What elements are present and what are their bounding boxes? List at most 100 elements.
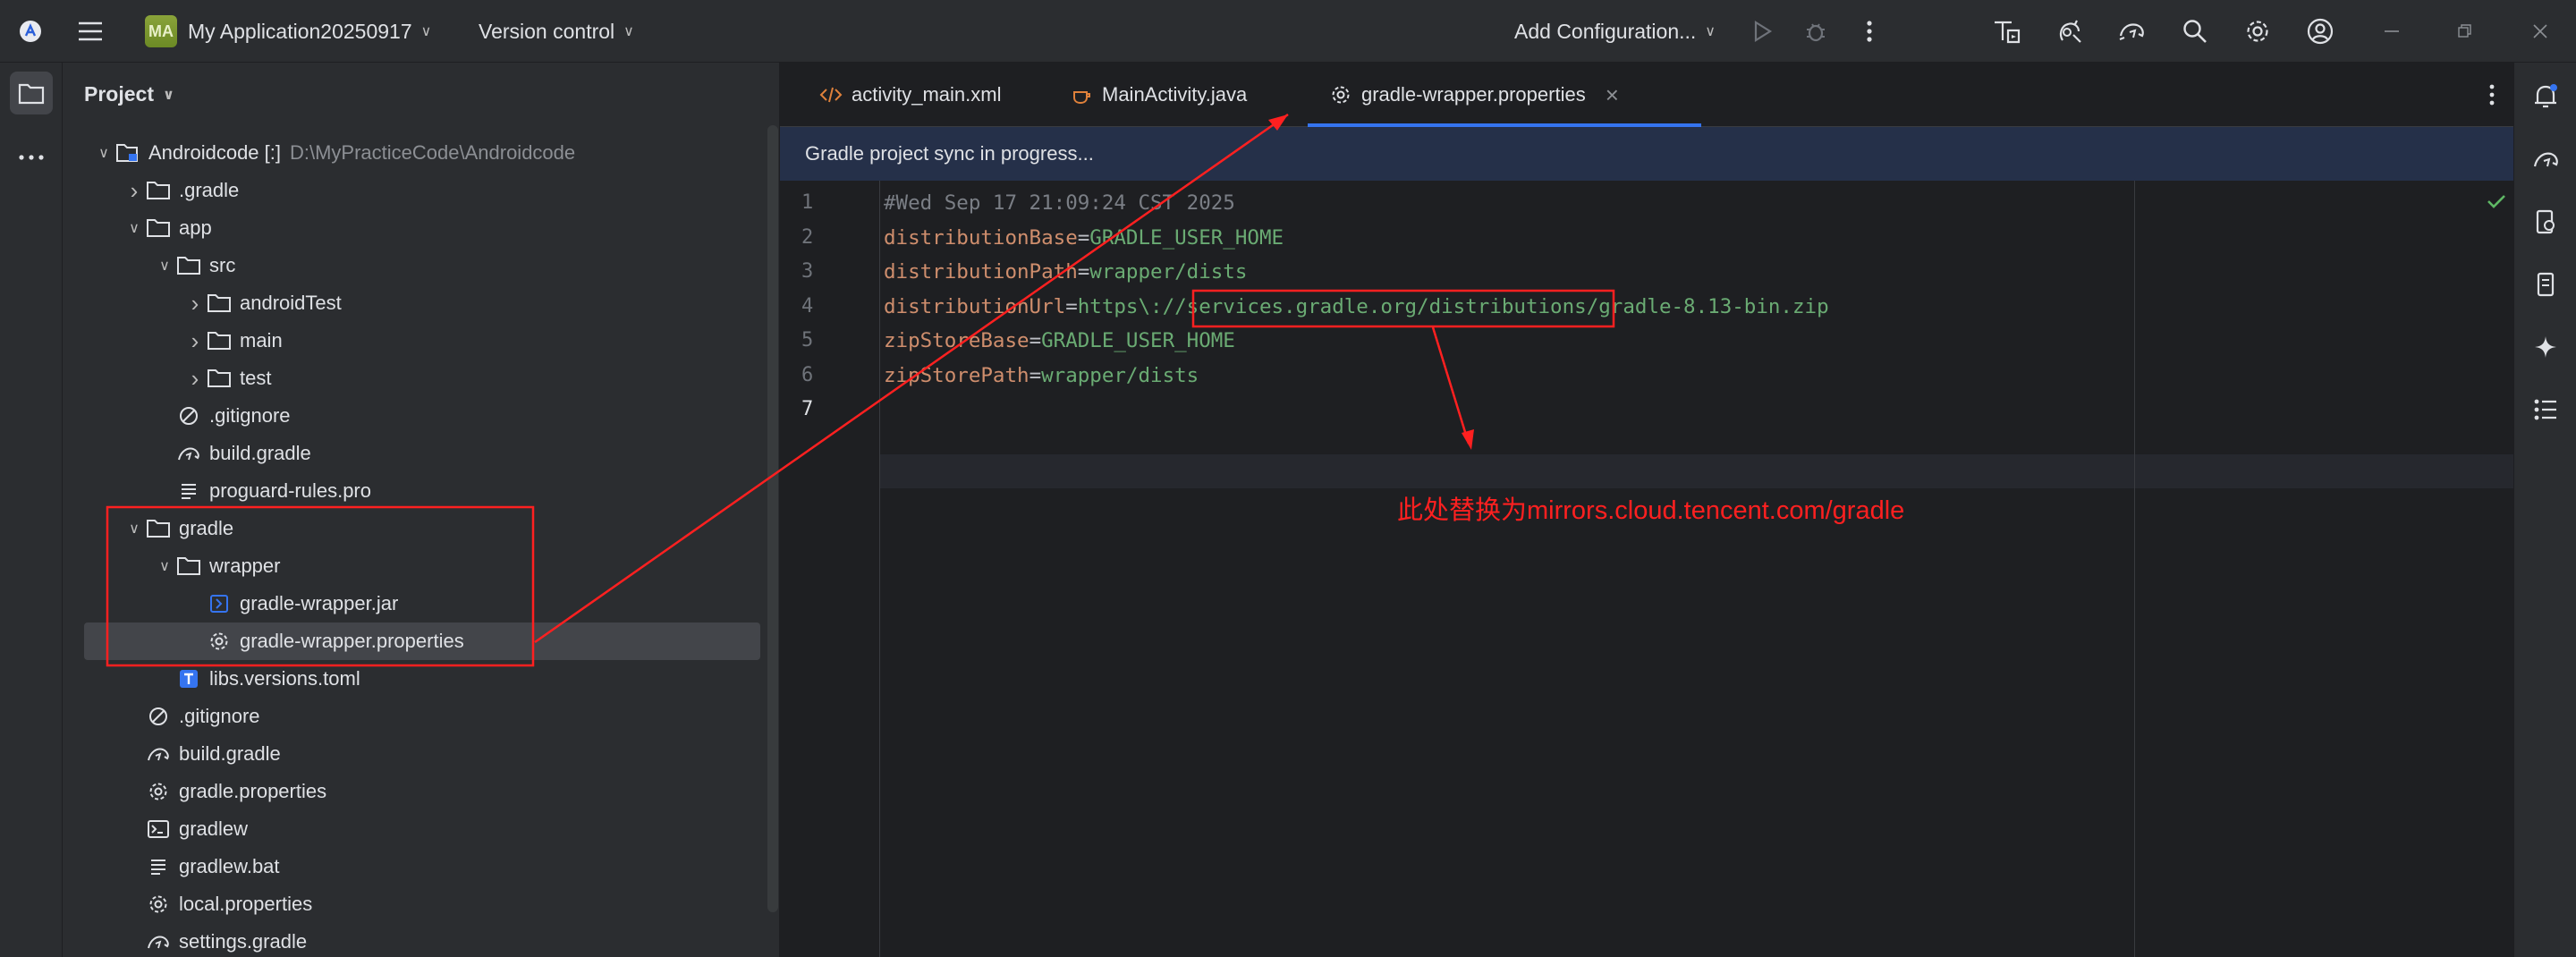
project-selector[interactable]: MA My Application20250917 ∨ <box>145 0 431 63</box>
gradle-tool-icon[interactable] <box>2524 138 2567 181</box>
folder-icon <box>175 254 202 277</box>
line-number: 3 <box>801 260 814 283</box>
left-tool-strip <box>0 63 63 957</box>
code-token: = <box>1029 363 1042 387</box>
settings-icon <box>206 630 233 653</box>
device-manager-icon[interactable] <box>1991 15 2023 47</box>
code-line[interactable]: distributionPath=wrapper/dists <box>884 260 1247 284</box>
account-icon[interactable] <box>2304 15 2336 47</box>
editor-tab[interactable]: activity_main.xml <box>798 63 1030 127</box>
tree-item[interactable]: › androidTest <box>84 284 760 322</box>
chevron-right-icon[interactable]: › <box>184 290 206 318</box>
app-inspection-icon[interactable] <box>2054 15 2086 47</box>
search-icon[interactable] <box>2179 15 2211 47</box>
run-config-selector[interactable]: Add Configuration... ∨ <box>1514 0 1716 63</box>
code-line[interactable]: distributionUrl=https\://services.gradle… <box>884 295 1829 318</box>
code-line[interactable]: zipStorePath=wrapper/dists <box>884 364 1199 387</box>
code-line[interactable]: distributionBase=GRADLE_USER_HOME <box>884 226 1284 250</box>
chevron-down-icon[interactable]: ∨ <box>123 219 145 237</box>
tree-item[interactable]: .gitignore <box>84 698 760 735</box>
tree-item-label: proguard-rules.pro <box>209 479 371 502</box>
tree-item[interactable]: build.gradle <box>84 735 760 773</box>
tree-item[interactable]: gradle-wrapper.properties <box>84 622 760 660</box>
tree-item[interactable]: .gitignore <box>84 397 760 435</box>
tree-item[interactable]: settings.gradle <box>84 923 760 957</box>
tree-item[interactable]: gradlew.bat <box>84 848 760 885</box>
ignore-icon <box>145 705 172 728</box>
project-tool-icon[interactable] <box>10 72 53 114</box>
gemini-icon[interactable] <box>2524 326 2567 368</box>
tree-item[interactable]: build.gradle <box>84 435 760 472</box>
more-horizontal-icon[interactable] <box>10 136 53 179</box>
chevron-down-icon: ∨ <box>623 24 634 39</box>
chevron-right-icon[interactable]: › <box>184 327 206 355</box>
tree-item[interactable]: gradle.properties <box>84 773 760 810</box>
tree-item[interactable]: ∨ Androidcode [:] D:\MyPracticeCode\Androi… <box>84 134 760 172</box>
more-vertical-icon[interactable] <box>1853 15 1885 47</box>
tree-item[interactable]: › .gradle <box>84 172 760 209</box>
chevron-down-icon[interactable]: ∨ <box>154 557 175 575</box>
chevron-right-icon[interactable]: › <box>123 177 145 205</box>
tree-item[interactable]: gradle-wrapper.jar <box>84 585 760 622</box>
annotation-text: 此处替换为mirrors.cloud.tencent.com/gradle <box>1397 496 1905 525</box>
chevron-right-icon[interactable]: › <box>184 365 206 393</box>
line-number: 6 <box>801 363 814 386</box>
tree-item[interactable]: ∨ gradle <box>84 510 760 547</box>
gradle-sync-icon[interactable] <box>2116 15 2148 47</box>
tree-item-label: libs.versions.toml <box>209 667 360 690</box>
gradle-icon <box>175 442 202 465</box>
editor-tab[interactable]: gradle-wrapper.properties × <box>1308 63 1701 127</box>
tree-item-label: .gitignore <box>179 705 260 727</box>
code-token: wrapper/dists <box>1089 260 1248 284</box>
gear-icon[interactable] <box>2241 15 2274 47</box>
editor-tab[interactable]: MainActivity.java <box>1048 63 1290 127</box>
tree-item[interactable]: local.properties <box>84 885 760 923</box>
editor-tabs: activity_main.xml MainActivity.java gradle… <box>780 63 2513 127</box>
version-control-menu[interactable]: Version control ∨ <box>479 0 634 63</box>
code-token: distributionUrl <box>884 294 1066 318</box>
tree-item[interactable]: proguard-rules.pro <box>84 472 760 510</box>
notifications-icon[interactable] <box>2524 75 2567 118</box>
code-token: https\://services.gradle.org/distributio… <box>1077 294 1829 318</box>
tree-item[interactable]: › test <box>84 360 760 397</box>
sync-banner: Gradle project sync in progress... <box>780 127 2513 181</box>
text-icon <box>145 855 172 878</box>
close-tab-icon[interactable]: × <box>1606 81 1619 109</box>
project-scrollbar[interactable] <box>767 125 778 912</box>
device-explorer-icon[interactable] <box>2524 200 2567 243</box>
debug-icon[interactable] <box>1800 15 1832 47</box>
app-logo-icon[interactable] <box>18 0 43 63</box>
tree-item[interactable]: libs.versions.toml <box>84 660 760 698</box>
line-number-gutter: 1 2 3 4 5 6 7 <box>780 181 880 957</box>
project-panel: Project ∨ ∨ Androidcode [:] D:\MyPracticeC… <box>63 63 780 957</box>
main-menu-icon[interactable] <box>77 0 104 63</box>
chevron-down-icon[interactable]: ∨ <box>154 257 175 275</box>
close-icon[interactable] <box>2524 15 2556 47</box>
tree-item[interactable]: gradlew <box>84 810 760 848</box>
folder-icon <box>206 329 233 352</box>
run-icon[interactable] <box>1746 15 1778 47</box>
tree-item[interactable]: ∨ app <box>84 209 760 247</box>
tree-item-label: gradlew <box>179 817 249 840</box>
tree-item-label: gradle.properties <box>179 780 327 802</box>
tree-item-label: androidTest <box>240 292 342 314</box>
text-icon <box>175 479 202 503</box>
code-token: wrapper/dists <box>1041 363 1199 387</box>
folder-icon <box>145 517 172 540</box>
code-line[interactable]: #Wed Sep 17 21:09:24 CST 2025 <box>884 191 1235 215</box>
code-line[interactable]: zipStoreBase=GRADLE_USER_HOME <box>884 329 1235 352</box>
tree-item[interactable]: › main <box>84 322 760 360</box>
project-panel-title[interactable]: Project ∨ <box>84 82 174 106</box>
tree-item-label: Androidcode [:] <box>148 141 281 164</box>
tree-item[interactable]: ∨ src <box>84 247 760 284</box>
structure-list-icon[interactable] <box>2524 388 2567 431</box>
tabs-more-icon[interactable] <box>2476 79 2508 111</box>
chevron-down-icon: ∨ <box>420 24 432 39</box>
tree-item[interactable]: ∨ wrapper <box>84 547 760 585</box>
restore-icon[interactable] <box>2449 15 2481 47</box>
running-devices-icon[interactable] <box>2524 263 2567 306</box>
chevron-down-icon[interactable]: ∨ <box>123 520 145 538</box>
chevron-down-icon[interactable]: ∨ <box>93 144 114 162</box>
folder-icon <box>206 367 233 390</box>
minimize-icon[interactable] <box>2376 15 2408 47</box>
